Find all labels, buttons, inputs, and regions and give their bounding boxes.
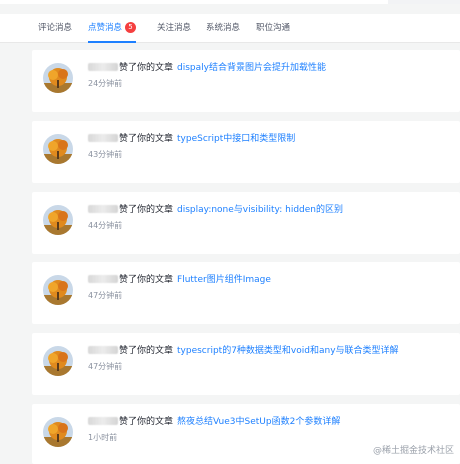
tab-label: 点赞消息 bbox=[88, 23, 123, 33]
tab-job-chat[interactable]: 职位沟通 bbox=[256, 14, 290, 42]
blurred-username[interactable] bbox=[88, 134, 118, 142]
article-link[interactable]: display:none与visibility: hidden的区别 bbox=[177, 205, 343, 215]
tab-like-messages[interactable]: 点赞消息 5 bbox=[88, 14, 137, 43]
action-text: 赞了你的文章 bbox=[119, 63, 174, 73]
notification-card: 赞了你的文章 typeScript中接口和类型限制 43分钟前 bbox=[32, 121, 460, 183]
tab-system-messages[interactable]: 系统消息 bbox=[206, 14, 240, 42]
blurred-username[interactable] bbox=[88, 205, 118, 213]
tab-label: 职位沟通 bbox=[256, 23, 291, 33]
avatar[interactable] bbox=[43, 63, 73, 93]
action-text: 赞了你的文章 bbox=[119, 346, 174, 356]
tab-comment-messages[interactable]: 评论消息 bbox=[38, 14, 72, 42]
notification-text: 赞了你的文章 typeScript中接口和类型限制 bbox=[88, 131, 295, 144]
timestamp: 47分钟前 bbox=[88, 291, 123, 300]
notification-card: 赞了你的文章 display:none与visibility: hidden的区别… bbox=[32, 192, 460, 254]
notification-card: 赞了你的文章 Flutter图片组件Image 47分钟前 bbox=[32, 262, 460, 324]
notification-card: 赞了你的文章 dispaly结合背景图片会提升加载性能 24分钟前 bbox=[32, 50, 460, 112]
tab-label: 系统消息 bbox=[206, 23, 241, 33]
top-header-bar bbox=[0, 0, 460, 4]
message-tabs: 评论消息 点赞消息 5 关注消息 系统消息 职位沟通 bbox=[0, 14, 460, 43]
timestamp: 43分钟前 bbox=[88, 150, 123, 159]
article-link[interactable]: 熬夜总结Vue3中SetUp函数2个参数详解 bbox=[177, 417, 340, 427]
timestamp: 47分钟前 bbox=[88, 362, 123, 371]
article-link[interactable]: Flutter图片组件Image bbox=[177, 275, 271, 285]
timestamp: 24分钟前 bbox=[88, 79, 123, 88]
avatar[interactable] bbox=[43, 205, 73, 235]
search-box[interactable] bbox=[388, 0, 460, 4]
article-link[interactable]: typeScript中接口和类型限制 bbox=[177, 134, 295, 144]
blurred-username[interactable] bbox=[88, 275, 118, 283]
tab-follow-messages[interactable]: 关注消息 bbox=[157, 14, 191, 42]
action-text: 赞了你的文章 bbox=[119, 134, 174, 144]
notification-card: 赞了你的文章 typescript的7种数据类型和void和any与联合类型详解 … bbox=[32, 333, 460, 395]
action-text: 赞了你的文章 bbox=[119, 205, 174, 215]
notification-text: 赞了你的文章 Flutter图片组件Image bbox=[88, 272, 271, 285]
blurred-username[interactable] bbox=[88, 417, 118, 425]
avatar[interactable] bbox=[43, 134, 73, 164]
tab-label: 关注消息 bbox=[157, 23, 192, 33]
site-watermark: @稀土掘金技术社区 bbox=[372, 446, 454, 456]
unread-badge: 5 bbox=[125, 22, 137, 33]
timestamp: 44分钟前 bbox=[88, 221, 123, 230]
avatar[interactable] bbox=[43, 275, 73, 305]
article-link[interactable]: dispaly结合背景图片会提升加载性能 bbox=[177, 63, 326, 73]
notification-text: 赞了你的文章 typescript的7种数据类型和void和any与联合类型详解 bbox=[88, 343, 399, 356]
blurred-username[interactable] bbox=[88, 346, 118, 354]
tab-label: 评论消息 bbox=[38, 23, 73, 33]
notification-text: 赞了你的文章 dispaly结合背景图片会提升加载性能 bbox=[88, 60, 326, 73]
blurred-username[interactable] bbox=[88, 63, 118, 71]
notification-text: 赞了你的文章 熬夜总结Vue3中SetUp函数2个参数详解 bbox=[88, 414, 340, 427]
action-text: 赞了你的文章 bbox=[119, 417, 174, 427]
avatar[interactable] bbox=[43, 417, 73, 447]
notification-text: 赞了你的文章 display:none与visibility: hidden的区别 bbox=[88, 202, 343, 215]
action-text: 赞了你的文章 bbox=[119, 275, 174, 285]
timestamp: 1小时前 bbox=[88, 433, 118, 442]
article-link[interactable]: typescript的7种数据类型和void和any与联合类型详解 bbox=[177, 346, 399, 356]
avatar[interactable] bbox=[43, 346, 73, 376]
